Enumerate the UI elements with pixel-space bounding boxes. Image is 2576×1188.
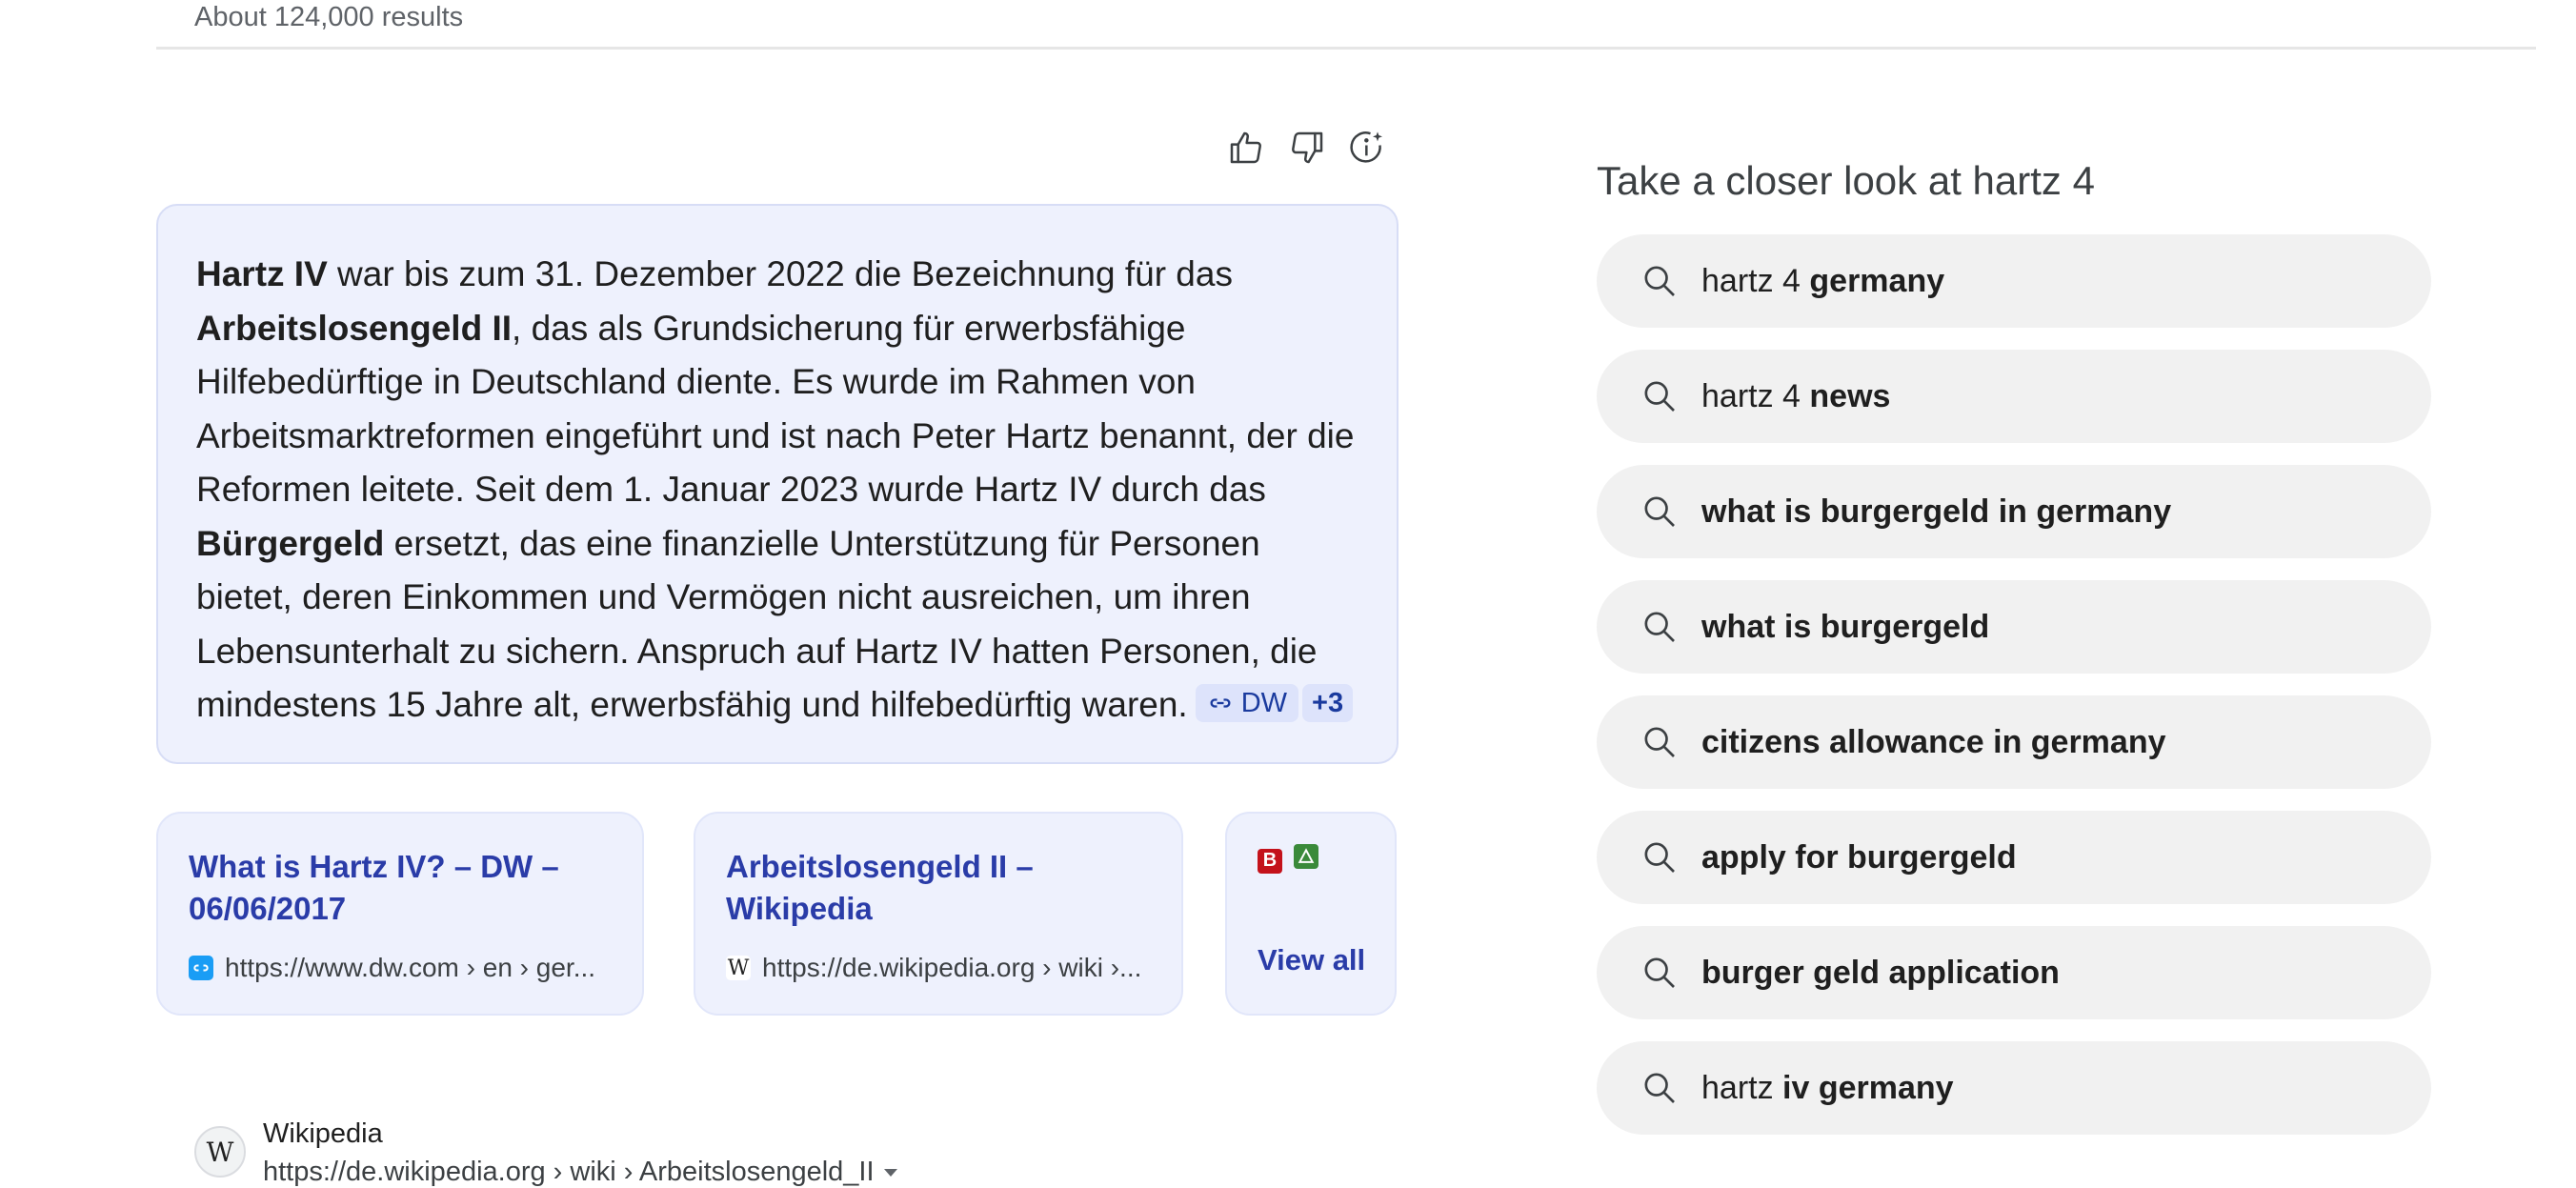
thumbs-down-button[interactable]	[1284, 125, 1330, 171]
header-divider	[156, 47, 2536, 50]
search-icon	[1644, 266, 1675, 296]
wikipedia-icon: W	[726, 956, 751, 980]
info-button[interactable]	[1345, 125, 1391, 171]
related-search-label: citizens allowance in germany	[1701, 724, 2166, 761]
source-card-url-text: https://de.wikipedia.org › wiki ›...	[762, 953, 1142, 982]
related-search-item[interactable]: hartz 4 news	[1597, 350, 2431, 443]
answer-text: Hartz IV war bis zum 31. Dezember 2022 d…	[196, 248, 1358, 733]
result-count: About 124,000 results	[194, 2, 464, 32]
related-search-item[interactable]: hartz 4 germany	[1597, 234, 2431, 328]
plain-part: hartz	[1701, 1069, 1783, 1106]
search-icon	[1644, 381, 1675, 412]
caret-down-icon[interactable]	[883, 1169, 897, 1178]
search-icon	[1644, 842, 1675, 873]
source-card-url: W https://de.wikipedia.org › wiki ›...	[726, 953, 1155, 983]
answer-bold-term: Bürgergeld	[196, 523, 385, 563]
wiki-url[interactable]: https://de.wikipedia.org › wiki › Arbeit…	[263, 1157, 897, 1188]
wiki-url-text: https://de.wikipedia.org › wiki › Arbeit…	[263, 1157, 875, 1187]
link-icon	[1210, 698, 1231, 708]
source-card-wikipedia[interactable]: Arbeitslosengeld II – Wikipedia W https:…	[694, 812, 1183, 1016]
source-card-dw[interactable]: What is Hartz IV? – DW – 06/06/2017 http…	[156, 812, 644, 1016]
related-search-item[interactable]: hartz iv germany	[1597, 1041, 2431, 1135]
search-icon	[1644, 727, 1675, 757]
bold-part: burger geld application	[1701, 954, 2060, 991]
dw-icon	[189, 956, 213, 980]
source-chip-label: DW	[1240, 687, 1288, 718]
related-search-item[interactable]: what is burgergeld	[1597, 580, 2431, 674]
related-search-label: burger geld application	[1701, 955, 2060, 992]
bold-part: news	[1809, 377, 1891, 414]
related-search-label: what is burgergeld	[1701, 609, 1989, 646]
thumbs-down-icon	[1292, 131, 1323, 164]
bold-part: what is burgergeld in germany	[1701, 493, 2172, 530]
source-card-url: https://www.dw.com › en › ger...	[189, 953, 615, 983]
source-card-title[interactable]: Arbeitslosengeld II – Wikipedia	[726, 846, 1151, 930]
thumbs-up-icon	[1230, 131, 1261, 164]
source-chip-dw[interactable]: DW	[1195, 684, 1299, 723]
search-icon	[1644, 612, 1675, 642]
view-all-link[interactable]: View all	[1258, 943, 1365, 977]
bild-icon: B	[1258, 848, 1282, 874]
related-search-label: what is burgergeld in germany	[1701, 493, 2171, 531]
source-card-url-text: https://www.dw.com › en › ger...	[225, 953, 596, 982]
search-icon	[1644, 1073, 1675, 1103]
bold-part: iv germany	[1782, 1069, 1954, 1106]
related-search-label: hartz 4 germany	[1701, 263, 1944, 300]
related-search-item[interactable]: citizens allowance in germany	[1597, 695, 2431, 789]
bold-part: citizens allowance in germany	[1701, 723, 2166, 760]
related-search-label: hartz 4 news	[1701, 378, 1890, 415]
search-icon	[1644, 496, 1675, 527]
wikipedia-logo: W	[194, 1126, 246, 1178]
related-title: Take a closer look at hartz 4	[1597, 158, 2095, 203]
plain-part: hartz 4	[1701, 262, 1810, 299]
search-icon	[1644, 957, 1675, 988]
thumbs-up-button[interactable]	[1223, 125, 1269, 171]
wiki-site-name[interactable]: Wikipedia	[263, 1118, 383, 1150]
related-search-item[interactable]: burger geld application	[1597, 926, 2431, 1019]
triangle-logo-icon	[1294, 844, 1318, 869]
view-all-card[interactable]: B View all	[1225, 812, 1397, 1016]
answer-bold-term: Arbeitslosengeld II	[196, 308, 513, 348]
answer-text-segment: war bis zum 31. Dezember 2022 die Bezeic…	[327, 254, 1233, 293]
related-search-label: apply for burgergeld	[1701, 839, 2017, 876]
bold-part: apply for burgergeld	[1701, 838, 2017, 876]
related-search-item[interactable]: what is burgergeld in germany	[1597, 465, 2431, 558]
bold-part: what is burgergeld	[1701, 608, 1990, 645]
related-search-label: hartz iv germany	[1701, 1070, 1954, 1107]
ai-answer-box: Hartz IV war bis zum 31. Dezember 2022 d…	[156, 204, 1399, 764]
bold-part: germany	[1809, 262, 1945, 299]
plain-part: hartz 4	[1701, 377, 1810, 414]
more-sources-chip[interactable]: +3	[1302, 684, 1354, 723]
info-sparkle-icon	[1350, 131, 1382, 163]
source-card-title[interactable]: What is Hartz IV? – DW – 06/06/2017	[189, 846, 612, 930]
related-search-item[interactable]: apply for burgergeld	[1597, 811, 2431, 904]
answer-bold-term: Hartz IV	[196, 254, 328, 293]
